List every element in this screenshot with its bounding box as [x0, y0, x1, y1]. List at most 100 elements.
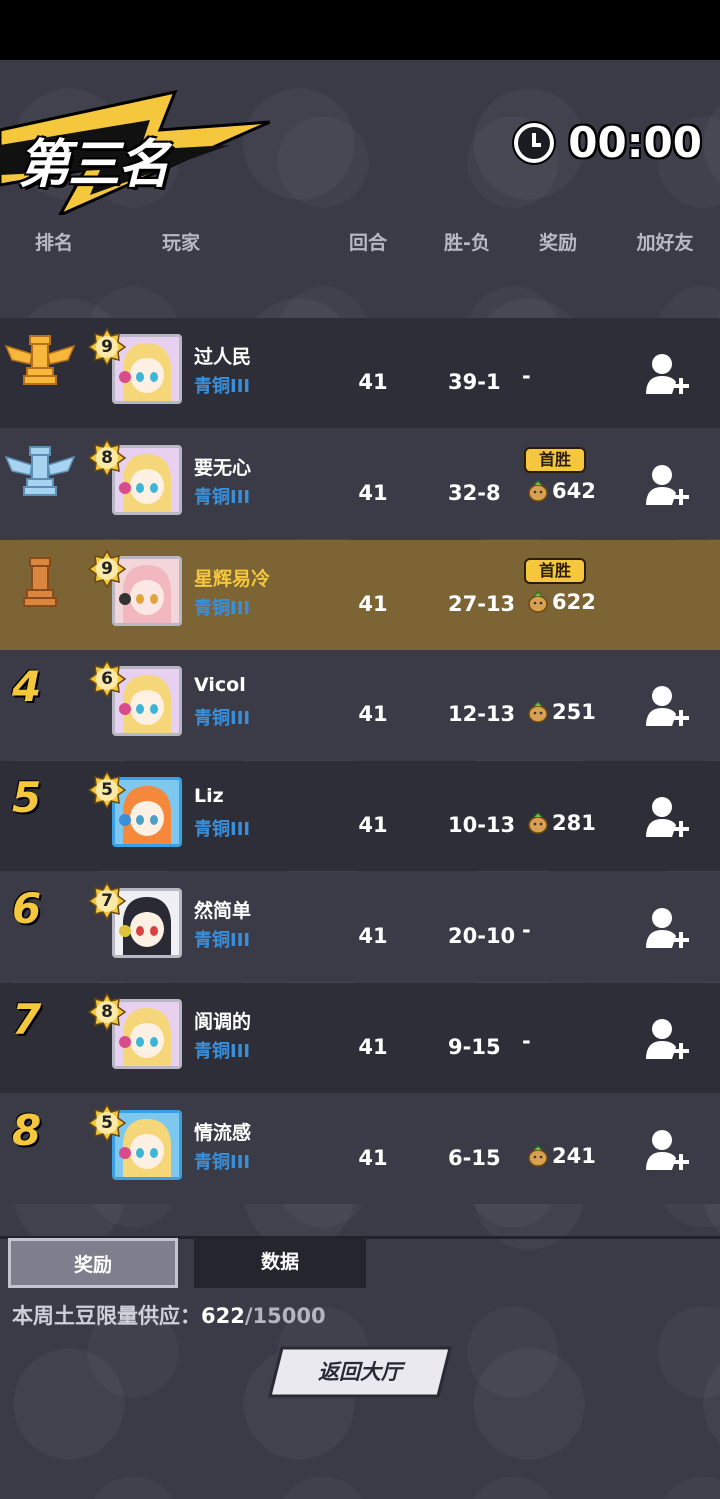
level-number: 7	[101, 891, 113, 911]
add-friend-icon[interactable]	[642, 350, 692, 400]
reward: 281	[526, 811, 596, 835]
reward-value: -	[522, 918, 531, 942]
rounds-value: 41	[358, 924, 388, 948]
player-tier: 青铜III	[194, 708, 251, 730]
rounds-value: 41	[358, 702, 388, 727]
rank-number: 8	[12, 1105, 42, 1155]
win-loss-value: 32-8	[448, 480, 501, 505]
level-badge: 9	[87, 549, 127, 589]
add-friend-icon[interactable]	[642, 461, 692, 511]
win-loss-value: 12-13	[448, 702, 516, 727]
potato-icon	[528, 1144, 548, 1167]
rank-number: 5	[12, 773, 42, 823]
header-rounds: 回合	[348, 232, 388, 254]
level-badge: 8	[87, 992, 127, 1032]
return-lobby-button[interactable]: 返回大厅	[268, 1346, 452, 1398]
reward-value: 251	[552, 700, 596, 725]
first-win-badge: 首胜	[524, 557, 586, 584]
header-add-friend: 加好友	[636, 232, 694, 254]
rounds-value: 41	[358, 370, 388, 394]
player-tier: 青铜III	[194, 1040, 251, 1062]
win-loss-value: 39-1	[448, 370, 501, 394]
add-friend-icon[interactable]	[642, 904, 692, 954]
potato-icon	[528, 701, 548, 724]
player-tier: 青铜III	[194, 486, 251, 508]
rounds-value: 41	[358, 813, 388, 838]
supply-text: 本周土豆限量供应：622/15000	[12, 1300, 326, 1330]
reward-value: 241	[552, 1143, 596, 1168]
reward: 622	[526, 590, 596, 614]
header-wl: 胜-负	[444, 232, 490, 254]
column-headers: 排名 玩家 回合 胜-负 奖励 加好友	[0, 228, 720, 258]
first-win-badge: 首胜	[524, 446, 586, 473]
level-badge: 7	[87, 881, 127, 921]
player-tier: 青铜III	[194, 597, 251, 619]
rank-number: 7	[12, 994, 42, 1044]
level-number: 9	[101, 337, 113, 357]
tab-stats[interactable]: 数据	[194, 1238, 366, 1288]
table-row: 7 8 阆调的青铜III 41 9-15-	[0, 982, 720, 1093]
level-number: 5	[101, 1112, 113, 1133]
level-badge: 9	[87, 327, 127, 367]
player-tier: 青铜III	[194, 376, 251, 397]
reward-value: -	[522, 1028, 531, 1053]
potato-icon	[528, 812, 548, 834]
player-name: 阆调的	[194, 1010, 252, 1033]
win-loss-value: 27-13	[448, 591, 516, 616]
player-name: 然简单	[194, 900, 252, 922]
rank-2-trophy-icon	[4, 445, 76, 496]
table-row: 5 5 Liz 青铜III 41 10-13 281	[0, 761, 720, 872]
clock-icon	[514, 122, 555, 163]
header-player: 玩家	[161, 232, 201, 254]
level-badge: 5	[87, 1103, 127, 1143]
return-lobby-label: 返回大厅	[318, 1360, 402, 1384]
table-row: 9 星辉易冷青铜III 41 27-13 首胜 622	[0, 539, 720, 650]
potato-icon	[528, 590, 548, 613]
rank-number: 6	[12, 884, 42, 933]
reward-value: 281	[552, 811, 596, 836]
level-number: 9	[101, 558, 113, 579]
rank-1-trophy-icon	[4, 335, 76, 385]
reward: 642	[526, 479, 596, 503]
level-badge: 5	[87, 770, 127, 810]
rounds-value: 41	[358, 1145, 388, 1170]
player-name: 情流感	[194, 1121, 252, 1144]
table-row: 9 过人民青铜III 41 39-1-	[0, 318, 720, 428]
add-friend-icon[interactable]	[642, 682, 692, 732]
reward: 241	[526, 1144, 596, 1168]
rank-3-trophy-icon	[23, 556, 57, 607]
player-name: 过人民	[194, 346, 252, 368]
table-row: 8 要无心青铜III 41 32-8 首胜 642	[0, 428, 720, 539]
player-tier: 青铜III	[194, 1151, 251, 1173]
player-name: 星辉易冷	[194, 567, 271, 590]
rounds-value: 41	[358, 480, 388, 505]
rounds-value: 41	[358, 591, 388, 616]
win-loss-value: 9-15	[448, 1034, 501, 1059]
supply-current: 622	[201, 1304, 245, 1328]
add-friend-icon[interactable]	[642, 1015, 692, 1065]
add-friend-icon[interactable]	[642, 793, 692, 843]
table-row: 6 7 然简单 青铜III 41 20-10-	[0, 872, 720, 982]
header-reward: 奖励	[538, 232, 578, 254]
rounds-value: 41	[358, 1034, 388, 1059]
win-loss-value: 20-10	[448, 924, 516, 948]
add-friend-icon[interactable]	[642, 1126, 692, 1176]
table-row: 8 5 情流感青铜III 41 6-15 241	[0, 1093, 720, 1204]
tab-rewards[interactable]: 奖励	[8, 1238, 178, 1288]
timer: 00:00	[514, 118, 702, 167]
potato-icon	[528, 480, 548, 502]
level-badge: 6	[87, 659, 127, 699]
rank-number: 4	[12, 662, 42, 712]
page-title: 第三名	[18, 135, 170, 195]
supply-label: 本周土豆限量供应：	[12, 1304, 201, 1328]
header-rank: 排名	[34, 232, 74, 254]
player-tier: 青铜III	[194, 819, 251, 841]
level-number: 8	[101, 447, 113, 468]
player-name: 要无心	[194, 456, 252, 479]
reward-value: -	[522, 364, 531, 388]
win-loss-value: 6-15	[448, 1145, 501, 1170]
timer-text: 00:00	[568, 118, 702, 167]
reward-value: 642	[552, 478, 596, 503]
supply-max: /15000	[244, 1304, 326, 1328]
player-name: Liz	[194, 785, 224, 808]
